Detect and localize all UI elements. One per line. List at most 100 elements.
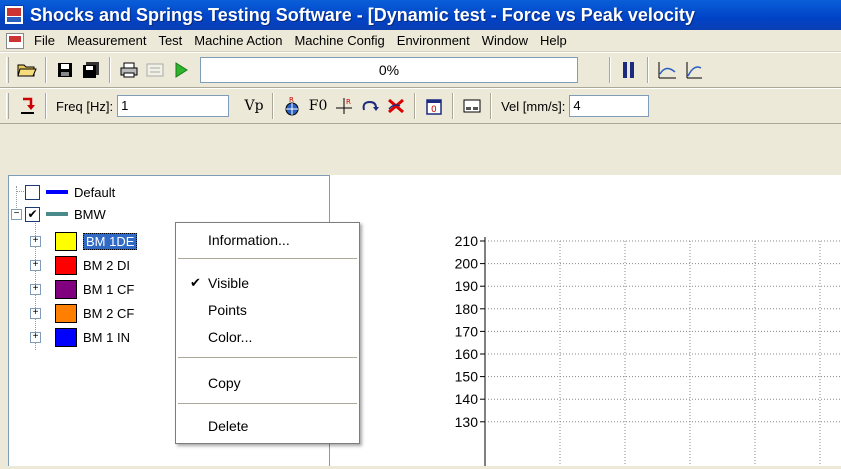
toolbar-separator (109, 57, 111, 83)
document-logo-icon[interactable] (6, 32, 24, 49)
vp-button[interactable]: Vp (241, 93, 267, 119)
expand-icon[interactable]: + (30, 307, 41, 319)
menu-separator (178, 403, 357, 404)
menu-environment[interactable]: Environment (391, 31, 476, 51)
color-swatch (55, 303, 77, 323)
expand-icon[interactable]: + (30, 235, 41, 247)
menu-window[interactable]: Window (476, 31, 534, 51)
menu-machine-action[interactable]: Machine Action (188, 31, 288, 51)
y-tick-label: 160 (455, 346, 479, 362)
toolbar-separator (490, 93, 493, 119)
menu-test[interactable]: Test (152, 31, 188, 51)
f0-label: F0 (308, 98, 328, 114)
vel-input[interactable]: 4 (569, 95, 650, 117)
progress-bar: 0% (200, 57, 578, 83)
tree-child-label: BM 1 IN (83, 329, 130, 345)
menu-file[interactable]: File (28, 31, 61, 51)
multiple-disks-icon (83, 62, 99, 78)
toolbar-separator (272, 93, 275, 119)
menu-item-label: Points (208, 302, 247, 318)
app-logo-icon[interactable] (4, 5, 24, 25)
velocity-force-plot-button[interactable] (680, 57, 706, 83)
play-icon (175, 62, 188, 78)
vp-label: Vp (244, 98, 264, 114)
tree-item-label: BMW (74, 206, 106, 222)
freq-input[interactable]: 1 (117, 95, 230, 117)
f0-button[interactable]: F0 (305, 93, 331, 119)
y-tick-label: 130 (455, 414, 479, 430)
svg-text:R: R (289, 96, 294, 104)
bmw-line-legend (46, 212, 68, 216)
display-window-icon (463, 99, 481, 113)
menu-item-label: Copy (208, 375, 241, 391)
menu-item-label: Color... (208, 329, 253, 345)
tree-item-label: Default (74, 184, 116, 200)
menu-item-information[interactable]: Information... (176, 229, 359, 251)
tree-child-row[interactable]: + BM 1DE (30, 231, 138, 251)
window-title: Shocks and Springs Testing Software - [D… (30, 4, 695, 25)
main-toolbar: 0% (0, 52, 841, 88)
toolbar-grip[interactable] (6, 93, 9, 119)
menu-separator (178, 357, 357, 358)
menu-item-copy[interactable]: Copy (176, 372, 359, 394)
freq-label: Freq [Hz]: (56, 98, 114, 114)
test-params-toolbar: Freq [Hz]: 1 Vp R F0 R 0 Vel [mm/s]: 4 (0, 88, 841, 124)
red-x-icon (388, 98, 405, 114)
progress-text: 0% (378, 62, 400, 78)
color-swatch (55, 279, 77, 299)
y-tick-label: 150 (455, 369, 479, 385)
menu-separator (178, 258, 357, 259)
menu-item-label: Visible (208, 275, 249, 291)
menu-item-delete[interactable]: Delete (176, 415, 359, 437)
collapse-icon[interactable]: − (11, 208, 22, 220)
save-all-button[interactable] (78, 57, 104, 83)
tree-item-bmw[interactable]: − ✔ BMW (11, 204, 106, 224)
menu-item-visible[interactable]: ✔ Visible (176, 272, 359, 294)
tree-item-default[interactable]: Default (25, 182, 115, 202)
globe-chart-icon: R (285, 96, 299, 116)
pause-button[interactable] (616, 57, 642, 83)
menu-machine-config[interactable]: Machine Config (288, 31, 390, 51)
force-time-plot-button[interactable] (654, 57, 680, 83)
default-checkbox[interactable] (25, 184, 40, 200)
return-button[interactable] (14, 93, 40, 119)
axis-plot-button[interactable]: R (331, 93, 357, 119)
open-folder-button[interactable] (14, 57, 40, 83)
color-swatch (55, 327, 77, 347)
rotate-button[interactable] (357, 93, 383, 119)
cancel-x-button[interactable] (383, 93, 409, 119)
tree-child-row[interactable]: + BM 1 IN (30, 327, 130, 347)
toolbar-separator (647, 57, 649, 83)
y-tick-label: 140 (455, 391, 479, 407)
expand-icon[interactable]: + (30, 259, 41, 271)
start-test-button[interactable] (168, 57, 194, 83)
bmw-checkbox[interactable]: ✔ (25, 206, 40, 222)
report-button[interactable] (142, 57, 168, 83)
menu-bar: File Measurement Test Machine Action Mac… (0, 30, 841, 52)
tree-child-row[interactable]: + BM 2 CF (30, 303, 134, 323)
floppy-disk-icon (58, 63, 72, 77)
svg-text:R: R (346, 98, 351, 106)
toolbar-separator (45, 93, 47, 119)
calendar-button[interactable]: 0 (421, 93, 447, 119)
chart-area: 210 200 190 180 170 160 150 140 130 (330, 175, 841, 466)
globe-plot-button[interactable]: R (279, 93, 305, 119)
menu-measurement[interactable]: Measurement (61, 31, 152, 51)
tree-child-row[interactable]: + BM 1 CF (30, 279, 134, 299)
toolbar-grip[interactable] (6, 57, 9, 83)
print-button[interactable] (116, 57, 142, 83)
expand-icon[interactable]: + (30, 331, 41, 343)
y-tick-label: 170 (455, 323, 479, 339)
display-button[interactable] (459, 93, 485, 119)
toolbar-separator (45, 57, 47, 83)
menu-item-points[interactable]: Points (176, 299, 359, 321)
save-button[interactable] (52, 57, 78, 83)
force-velocity-chart: 210 200 190 180 170 160 150 140 130 (455, 233, 841, 466)
tree-child-row[interactable]: + BM 2 DI (30, 255, 130, 275)
y-tick-label: 210 (455, 233, 479, 249)
expand-icon[interactable]: + (30, 283, 41, 295)
check-icon: ✔ (190, 275, 201, 290)
menu-help[interactable]: Help (534, 31, 573, 51)
menu-item-color[interactable]: Color... (176, 326, 359, 348)
return-arrow-icon (21, 97, 35, 114)
